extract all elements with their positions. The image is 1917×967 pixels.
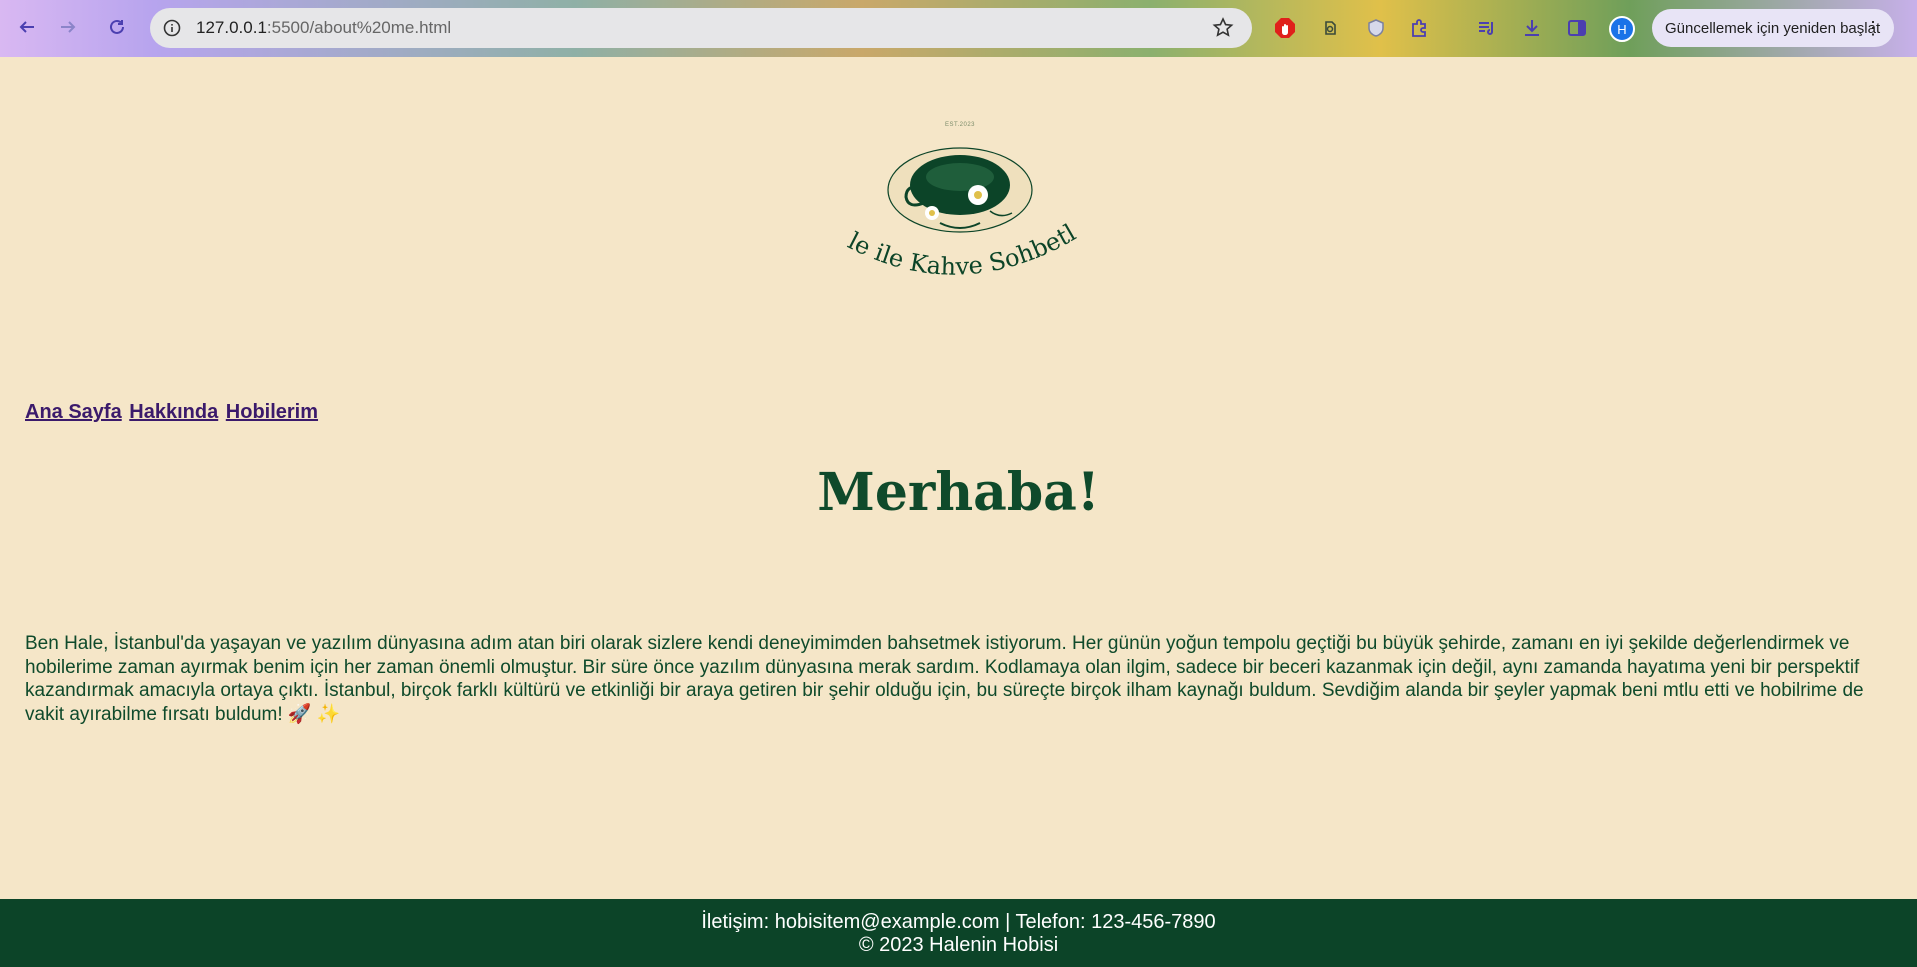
nav-link-about[interactable]: Hakkında <box>129 401 218 423</box>
update-restart-label: Güncellemek için yeniden başlat <box>1665 19 1881 37</box>
reload-button[interactable] <box>102 12 132 42</box>
extensions-puzzle-icon[interactable] <box>1406 14 1434 42</box>
reload-icon <box>110 19 124 34</box>
site-info-icon[interactable] <box>162 18 182 38</box>
download-icon[interactable] <box>1518 14 1546 42</box>
back-button[interactable] <box>12 12 42 42</box>
update-restart-button[interactable]: Güncellemek için yeniden başlat ⋮ <box>1652 9 1894 47</box>
browser-toolbar: 127.0.0.1:5500/about%20me.html H Güncell… <box>0 0 1917 57</box>
footer-copyright: © 2023 Halenin Hobisi <box>858 934 1059 956</box>
logo-est-text: EST.2023 <box>945 122 975 128</box>
site-logo: EST.2023 Hale ile Kahve Sohbetleri <box>820 115 1081 281</box>
page-content: EST.2023 Hale ile Kahve Sohbetleri Ana S… <box>0 57 1917 899</box>
media-queue-icon[interactable] <box>1473 14 1501 42</box>
url-host: 127.0.0.1 <box>196 18 267 37</box>
footer-contact: İletişim: hobisitem@example.com | Telefo… <box>701 911 1216 933</box>
nav-link-hobbies[interactable]: Hobilerim <box>226 401 318 423</box>
adblock-extension-icon[interactable] <box>1271 14 1299 42</box>
url-text[interactable]: 127.0.0.1:5500/about%20me.html <box>196 18 451 38</box>
site-footer: İletişim: hobisitem@example.com | Telefo… <box>0 899 1917 967</box>
browser-menu-icon[interactable]: ⋮ <box>1864 19 1882 37</box>
forward-button[interactable] <box>53 12 83 42</box>
grammar-extension-icon[interactable] <box>1316 14 1344 42</box>
address-bar[interactable]: 127.0.0.1:5500/about%20me.html <box>150 8 1252 48</box>
nav-link-home[interactable]: Ana Sayfa <box>25 401 122 423</box>
url-path: :5500/about%20me.html <box>266 18 452 37</box>
main-nav: Ana Sayfa Hakkında Hobilerim <box>25 401 320 424</box>
about-paragraph: Ben Hale, İstanbul'da yaşayan ve yazılım… <box>25 633 1864 725</box>
side-panel-icon[interactable] <box>1563 14 1591 42</box>
forward-arrow-icon <box>61 21 76 33</box>
back-arrow-icon <box>19 21 34 33</box>
page-heading: Merhaba! <box>817 462 1100 523</box>
profile-avatar[interactable]: H <box>1609 16 1635 42</box>
shield-extension-icon[interactable] <box>1362 14 1390 42</box>
coffee-cup-icon <box>887 147 1033 233</box>
bookmark-star-icon[interactable] <box>1212 17 1234 39</box>
